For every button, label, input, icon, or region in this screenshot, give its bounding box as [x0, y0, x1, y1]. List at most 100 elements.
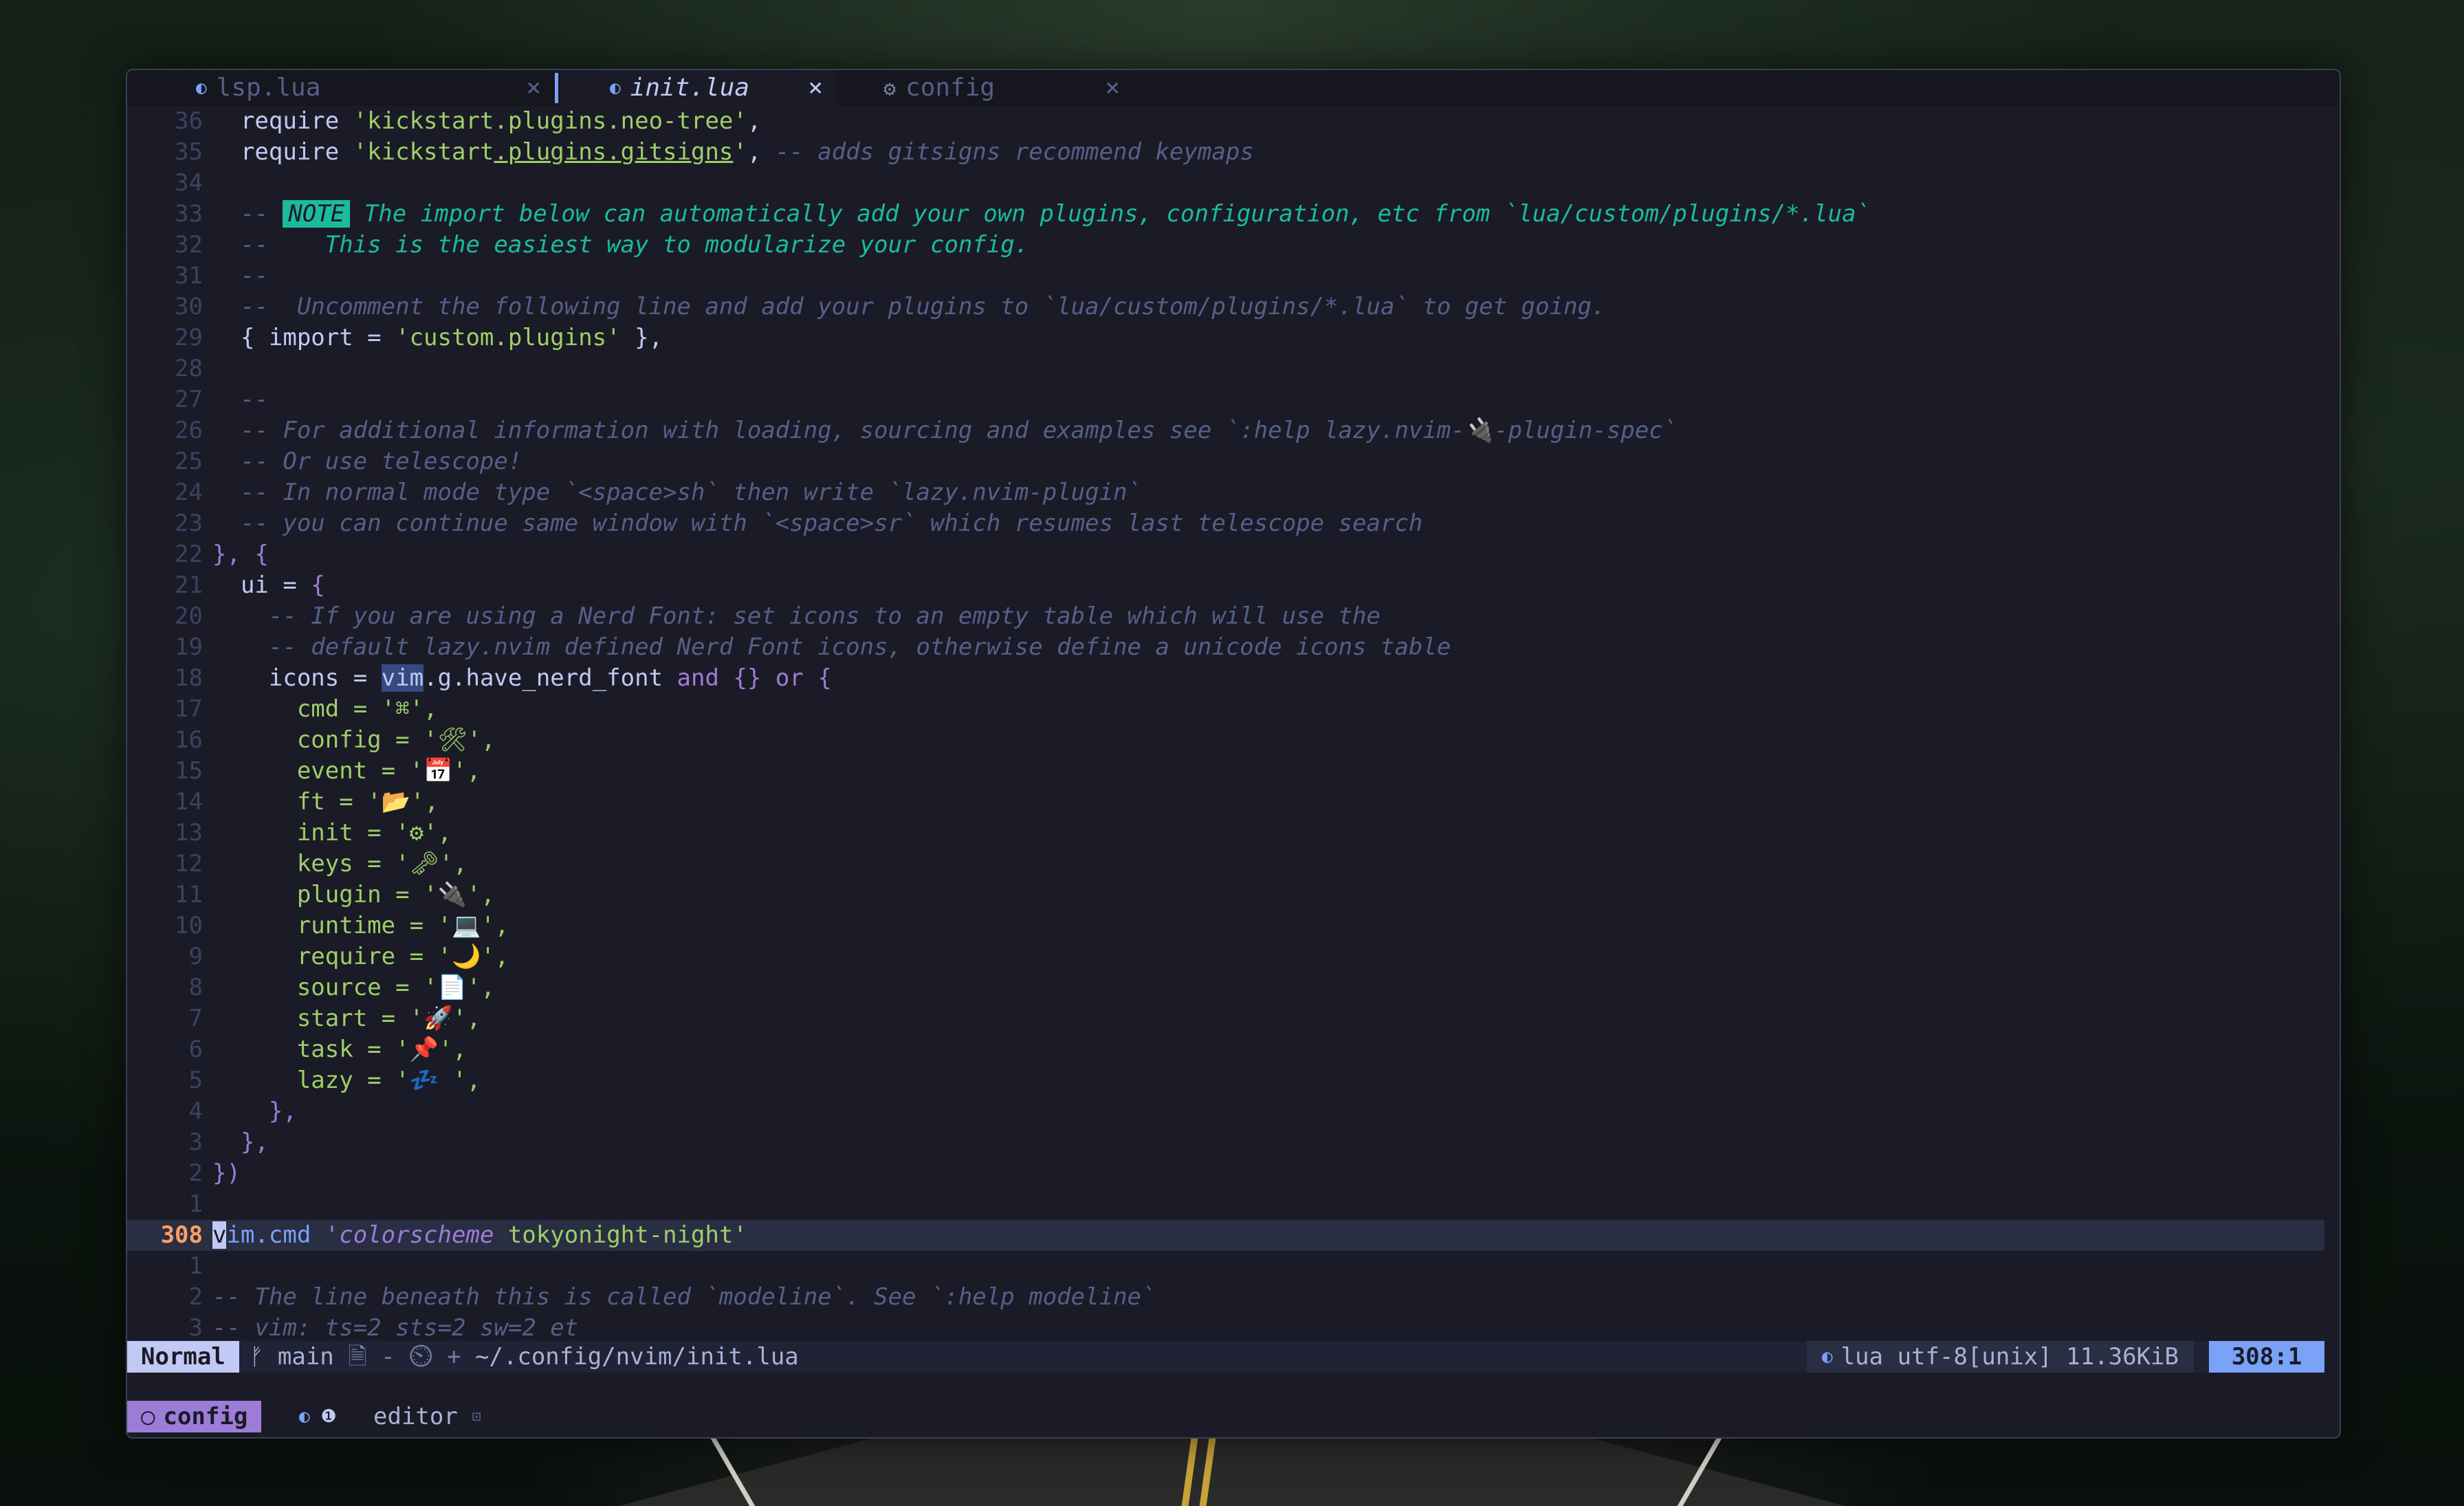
window-number-icon: ❶	[320, 1406, 337, 1427]
tab-separator	[555, 73, 558, 103]
line-number: 26	[175, 417, 203, 444]
line-number: 1	[188, 1190, 203, 1218]
line-number: 11	[175, 881, 203, 908]
code-line: 10 runtime = '💻',	[127, 910, 2324, 941]
line-number: 13	[175, 819, 203, 847]
line-number: 8	[188, 974, 203, 1001]
line-number: 7	[188, 1005, 203, 1032]
tab-config[interactable]: ⚙ config ×	[883, 70, 1132, 106]
code-line: 35 require 'kickstart.plugins.gitsigns',…	[127, 137, 2324, 168]
lua-icon: ◐	[299, 1406, 310, 1427]
line-number: 35	[175, 138, 203, 166]
code-line: 9 require = '🌙',	[127, 941, 2324, 972]
filetype: lua	[1840, 1343, 1884, 1371]
mode-indicator: Normal	[127, 1341, 239, 1373]
lua-icon: ◐	[610, 78, 621, 98]
statusline-left: ᚠ main 🗎 - ⏲ + ~/.config/nvim/init.lua	[250, 1341, 799, 1373]
line-number: 31	[175, 262, 203, 290]
code-line: 1	[127, 1251, 2324, 1282]
file-info: ◐ lua utf-8[unix] 11.36KiB	[1807, 1341, 2194, 1373]
terminal-window: ◐ lsp.lua × ◐ init.lua × ⚙ config × 36 requ…	[126, 69, 2341, 1439]
line-number: 2	[188, 1159, 203, 1187]
line-number: 12	[175, 850, 203, 877]
line-number: 2	[188, 1283, 203, 1311]
encoding: utf-8[unix]	[1897, 1343, 2052, 1371]
code-line: 23 -- you can continue same window with …	[127, 508, 2324, 539]
line-number: 3	[188, 1128, 203, 1156]
git-branch: main	[277, 1343, 334, 1371]
tmux-session[interactable]: ○ config	[127, 1401, 262, 1432]
close-icon[interactable]: ×	[526, 70, 541, 106]
line-number: 6	[188, 1036, 203, 1063]
code-line: 13 init = '⚙',	[127, 818, 2324, 849]
code-line: 12 keys = '🗝',	[127, 849, 2324, 880]
line-number: 16	[175, 726, 203, 754]
code-line: 30 -- Uncomment the following line and a…	[127, 292, 2324, 323]
code-line: 34	[127, 168, 2324, 199]
close-icon[interactable]: ×	[808, 70, 823, 106]
code-line: 3 -- vim: ts=2 sts=2 sw=2 et	[127, 1313, 2324, 1344]
code-line: 31 --	[127, 261, 2324, 292]
line-number: 1	[188, 1252, 203, 1280]
file-path: ~/.config/nvim/init.lua	[474, 1343, 799, 1371]
tab-lsp-lua[interactable]: ◐ lsp.lua ×	[196, 70, 553, 106]
code-line: 14 ft = '📂',	[127, 787, 2324, 818]
code-line: 32 -- This is the easiest way to modular…	[127, 230, 2324, 261]
code-line: 7 start = '🚀',	[127, 1003, 2324, 1034]
code-line: 26 -- For additional information with lo…	[127, 415, 2324, 446]
text-cursor: v	[212, 1221, 227, 1249]
statusline: Normal ᚠ main 🗎 - ⏲ + ~/.config/nvim/ini…	[127, 1341, 2324, 1373]
code-line: 16 config = '🛠',	[127, 725, 2324, 756]
code-line: 28	[127, 353, 2324, 384]
line-number: 34	[175, 169, 203, 197]
tab-label: init.lua	[630, 74, 750, 102]
line-number: 33	[175, 200, 203, 228]
code-line: 25 -- Or use telescope!	[127, 446, 2324, 477]
tab-init-lua[interactable]: ◐ init.lua ×	[560, 70, 835, 106]
session-name: config	[163, 1403, 248, 1430]
line-number: 22	[175, 541, 203, 568]
line-number: 36	[175, 107, 203, 135]
code-line: 6 task = '📌',	[127, 1034, 2324, 1065]
code-line: 19 -- default lazy.nvim defined Nerd Fon…	[127, 632, 2324, 663]
window-name: editor	[373, 1403, 458, 1430]
tmux-window-1[interactable]: ◐ ❶	[299, 1401, 337, 1432]
tab-label: config	[905, 74, 996, 102]
line-number: 23	[175, 510, 203, 537]
git-status: 🗎 - ⏲ +	[348, 1343, 461, 1371]
code-line: 17 cmd = '⌘',	[127, 694, 2324, 725]
code-line: 36 require 'kickstart.plugins.neo-tree',	[127, 106, 2324, 137]
line-number: 21	[175, 571, 203, 599]
file-size: 11.36KiB	[2066, 1343, 2179, 1371]
code-line: 33 -- NOTE The import below can automati…	[127, 199, 2324, 230]
lua-icon: ◐	[1822, 1346, 1833, 1367]
session-circle-icon: ○	[141, 1403, 155, 1430]
line-number: 10	[175, 912, 203, 939]
code-line: 5 lazy = '💤 ',	[127, 1065, 2324, 1096]
line-number: 17	[175, 695, 203, 723]
line-number: 14	[175, 788, 203, 816]
close-icon[interactable]: ×	[1105, 70, 1120, 106]
lua-icon: ◐	[196, 78, 207, 98]
tabline: ◐ lsp.lua × ◐ init.lua × ⚙ config ×	[127, 70, 2340, 106]
code-line: 2 -- The line beneath this is called `mod…	[127, 1282, 2324, 1313]
line-number: 28	[175, 355, 203, 382]
code-line: 3 },	[127, 1127, 2324, 1158]
code-line: 8 source = '📄',	[127, 972, 2324, 1003]
line-number: 27	[175, 386, 203, 413]
tab-label: lsp.lua	[216, 74, 321, 102]
code-line: 4 },	[127, 1096, 2324, 1127]
code-line: 29 { import = 'custom.plugins' },	[127, 323, 2324, 353]
window-zoom-icon: ⊡	[472, 1408, 481, 1426]
line-number: 30	[175, 293, 203, 320]
line-number: 25	[175, 448, 203, 475]
line-number: 29	[175, 324, 203, 351]
line-number: 9	[188, 943, 203, 970]
code-line: 11 plugin = '🔌',	[127, 880, 2324, 910]
code-line: 18 icons = vim.g.have_nerd_font and {} o…	[127, 663, 2324, 694]
line-number: 24	[175, 479, 203, 506]
line-number: 19	[175, 633, 203, 661]
tmux-window-editor[interactable]: editor ⊡	[373, 1401, 481, 1433]
line-number: 3	[188, 1314, 203, 1342]
code-line: 15 event = '📅',	[127, 756, 2324, 787]
